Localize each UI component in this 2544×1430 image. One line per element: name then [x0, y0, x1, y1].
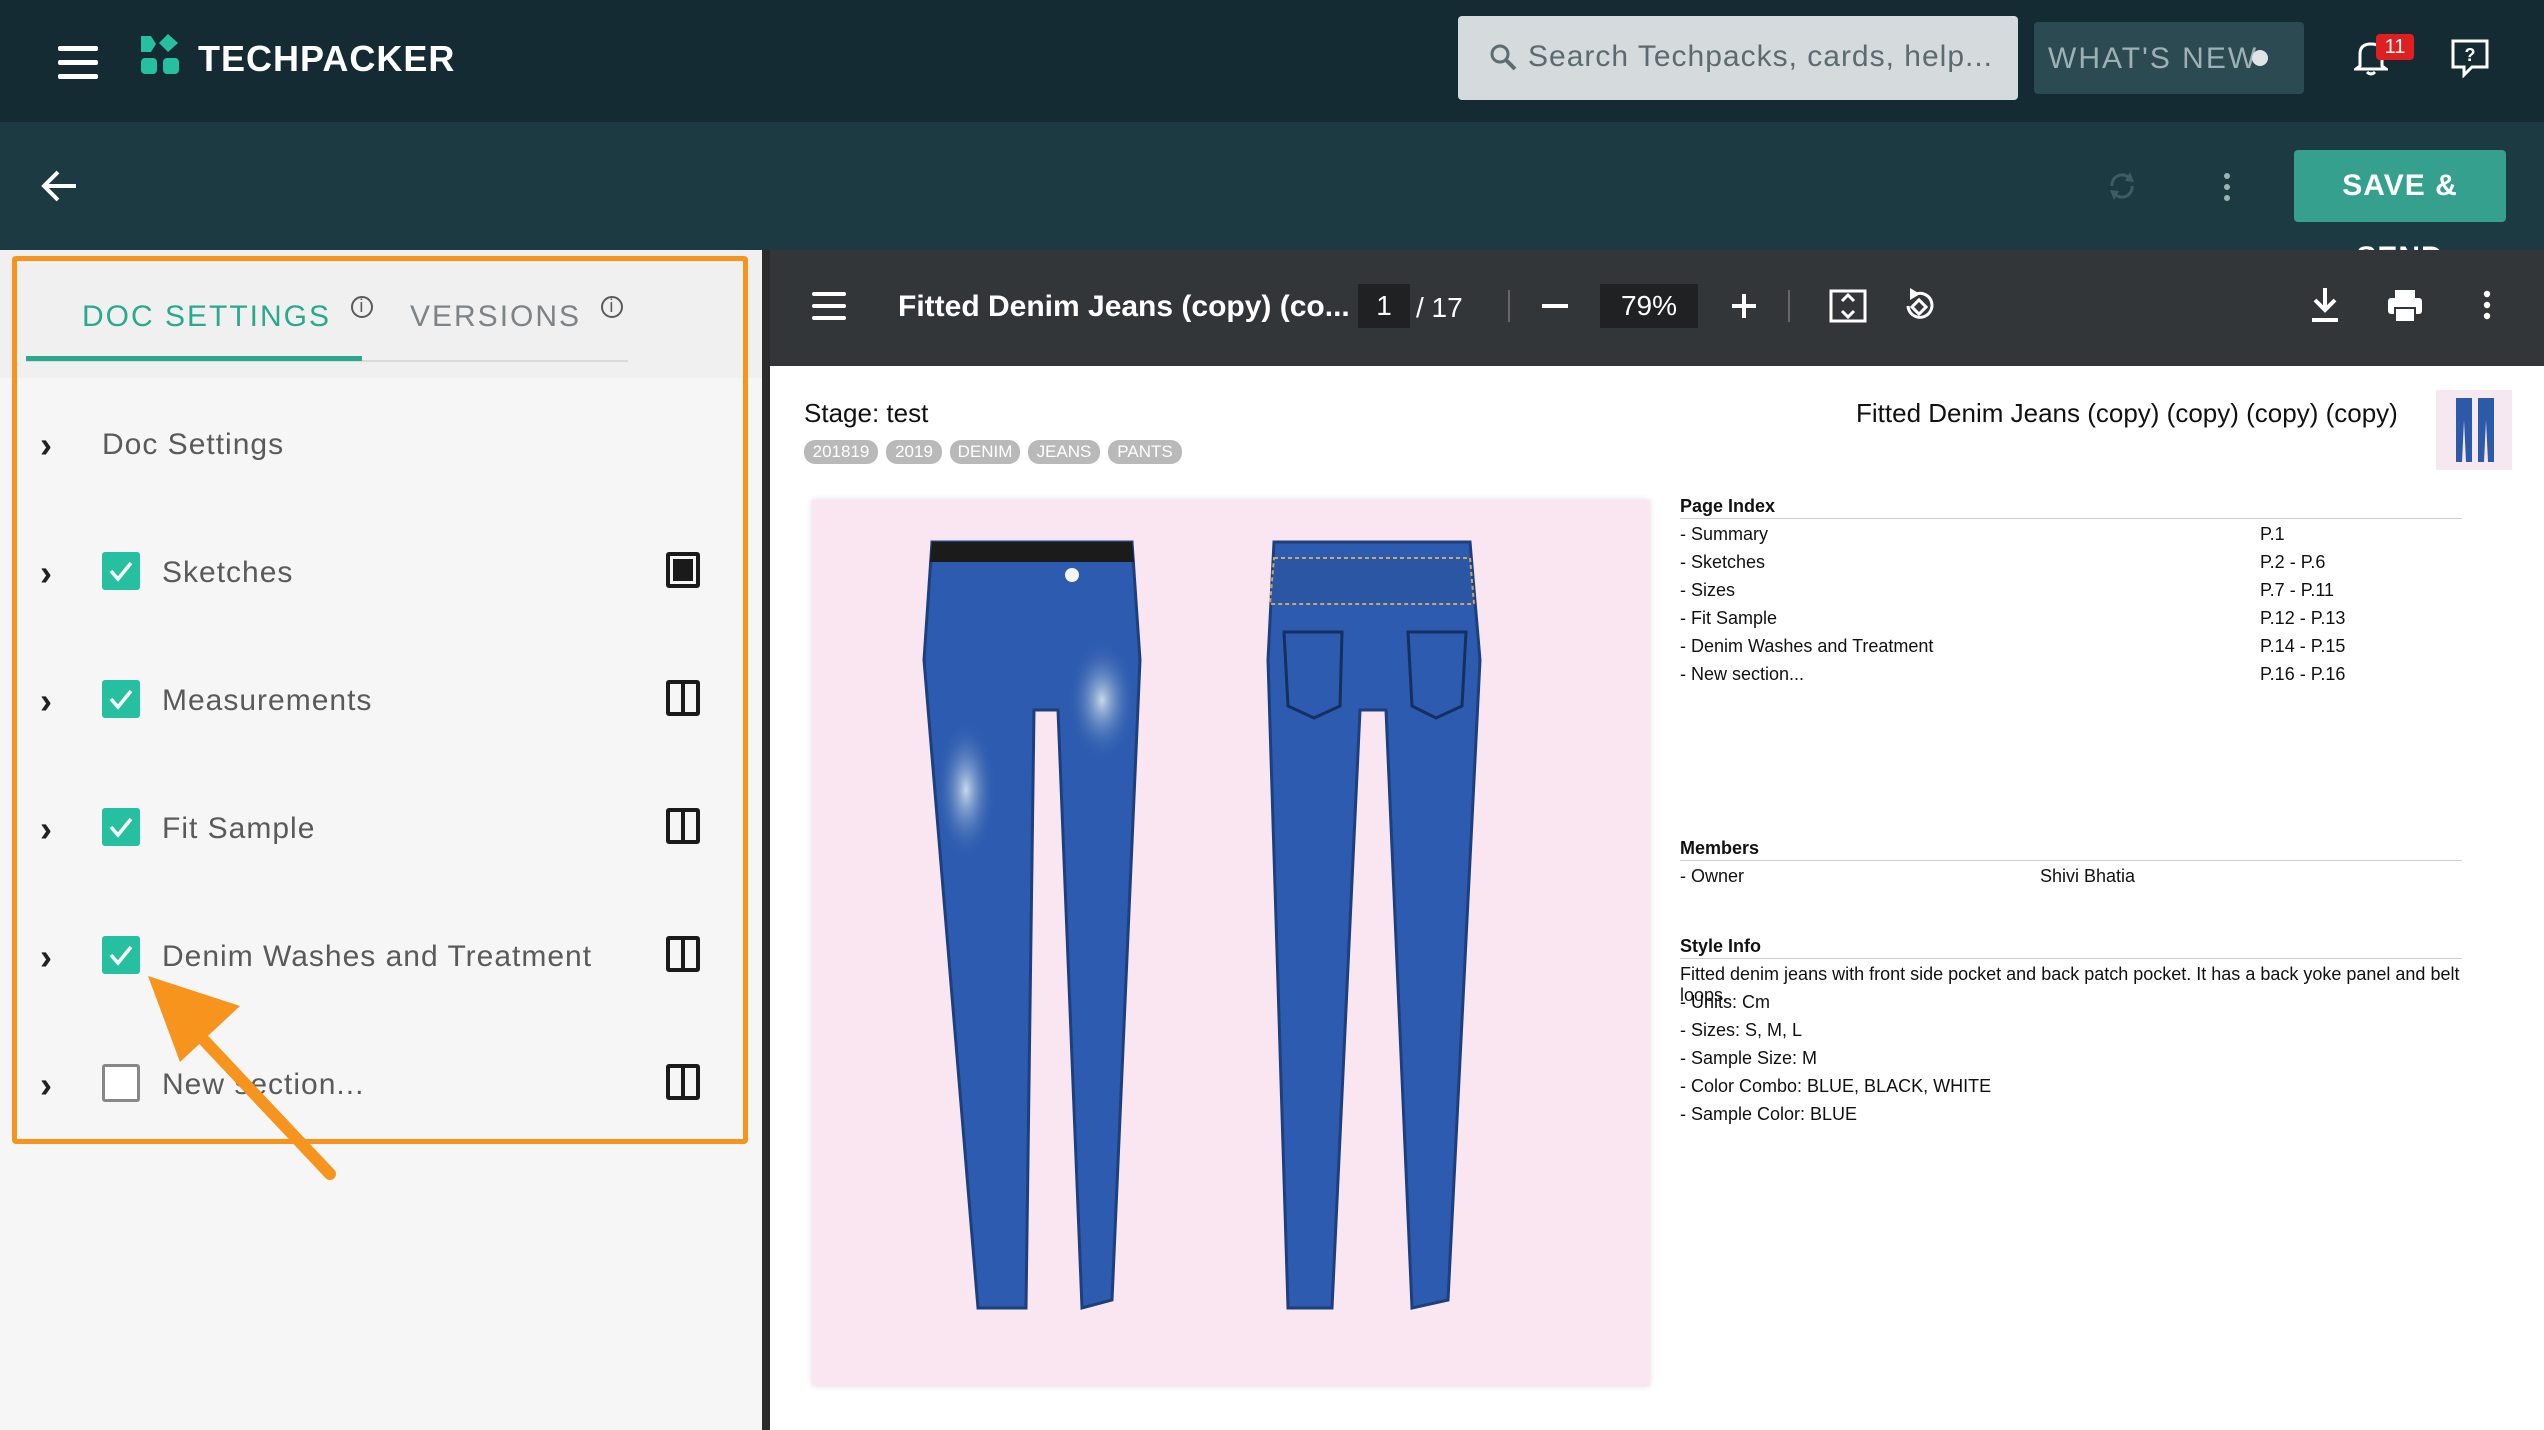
page-index-name: - Sketches	[1680, 552, 1766, 572]
page-index-pages: P.1	[2260, 524, 2285, 544]
fit-page-icon[interactable]	[1828, 288, 1868, 329]
highlight-box	[12, 256, 748, 1144]
style-info-line: - Sample Size: M	[1680, 1048, 1818, 1068]
sync-icon[interactable]	[2104, 168, 2140, 209]
document-title: Fitted Denim Jeans (copy) (co...	[898, 290, 1350, 323]
page-index-pages: P.12 - P.13	[2260, 608, 2346, 628]
page-index-name: - New section...	[1680, 664, 1805, 684]
page-index-name: - Fit Sample	[1680, 608, 1778, 628]
tag-badge[interactable]: JEANS	[1028, 440, 1100, 464]
whats-new-button[interactable]: WHAT'S NEW	[2034, 22, 2304, 94]
whats-new-label: WHAT'S NEW	[2048, 42, 2259, 75]
product-thumbnail	[2436, 390, 2512, 470]
rotate-icon[interactable]	[1900, 286, 1940, 331]
back-arrow-icon[interactable]	[40, 168, 80, 209]
page-index-pages: P.16 - P.16	[2260, 664, 2346, 684]
zoom-out-icon[interactable]	[1542, 304, 1568, 308]
page-index-name: - Sizes	[1680, 580, 1736, 600]
menu-icon[interactable]	[58, 46, 98, 88]
save-and-send-button[interactable]: SAVE & SEND	[2294, 150, 2506, 274]
style-info-line: - Units: Cm	[1680, 992, 1770, 1012]
menu-icon[interactable]	[812, 292, 846, 329]
tag-badge[interactable]: PANTS	[1108, 440, 1182, 464]
search-box[interactable]: Search Techpacks, cards, help...	[1458, 16, 2018, 100]
product-title: Fitted Denim Jeans (copy) (copy) (copy) …	[1856, 398, 2398, 428]
toolbar-separator	[1788, 290, 1790, 322]
page-number-input[interactable]: 1	[1358, 284, 1410, 328]
zoom-in-icon[interactable]	[1730, 292, 1758, 325]
annotation-arrow-icon	[140, 966, 340, 1191]
tag-badge[interactable]: DENIM	[950, 440, 1020, 464]
page-index-name: - Denim Washes and Treatment	[1680, 636, 1934, 656]
help-icon[interactable]: ?	[2450, 38, 2490, 83]
page-index-pages: P.7 - P.11	[2260, 580, 2335, 600]
members-heading: Members	[1680, 838, 1760, 858]
svg-text:?: ?	[2465, 45, 2476, 65]
divider	[1680, 958, 2462, 959]
panel-divider[interactable]	[762, 250, 770, 1430]
download-icon[interactable]	[2310, 286, 2340, 329]
tag-badge[interactable]: 201819	[804, 440, 878, 464]
divider	[1680, 518, 2462, 519]
style-info-line: - Color Combo: BLUE, BLACK, WHITE	[1680, 1076, 1992, 1096]
page-index-name: - Summary	[1680, 524, 1769, 544]
divider	[1680, 860, 2462, 861]
style-info-line: - Sizes: S, M, L	[1680, 1020, 1803, 1040]
status-dot-icon	[2252, 50, 2268, 66]
search-icon	[1488, 42, 1518, 77]
logo-icon	[138, 34, 184, 78]
style-info-heading: Style Info	[1680, 936, 1762, 956]
style-description: Fitted denim jeans with front side pocke…	[1680, 964, 2460, 1005]
member-name: Shivi Bhatia	[2040, 866, 2136, 886]
search-input[interactable]: Search Techpacks, cards, help...	[1528, 40, 1993, 74]
stage-label: Stage: test	[804, 398, 929, 428]
more-vertical-icon[interactable]	[2222, 172, 2232, 207]
member-role: - Owner	[1680, 866, 1745, 886]
page-index-pages: P.14 - P.15	[2260, 636, 2346, 656]
page-index-pages: P.2 - P.6	[2260, 552, 2326, 572]
print-icon[interactable]	[2386, 288, 2424, 329]
page-index-heading: Page Index	[1680, 496, 1776, 516]
editor-toolbar	[0, 122, 2544, 250]
more-vertical-icon[interactable]	[2482, 290, 2492, 325]
product-sketch-image	[812, 500, 1650, 1386]
toolbar-separator	[1508, 290, 1510, 322]
app-logo-text: TECHPACKER	[198, 38, 456, 79]
zoom-level[interactable]: 79%	[1600, 284, 1698, 328]
page-total: / 17	[1416, 292, 1463, 323]
notification-count-badge: 11	[2376, 34, 2414, 60]
style-info-line: - Sample Color: BLUE	[1680, 1104, 1858, 1124]
tag-badge[interactable]: 2019	[886, 440, 942, 464]
